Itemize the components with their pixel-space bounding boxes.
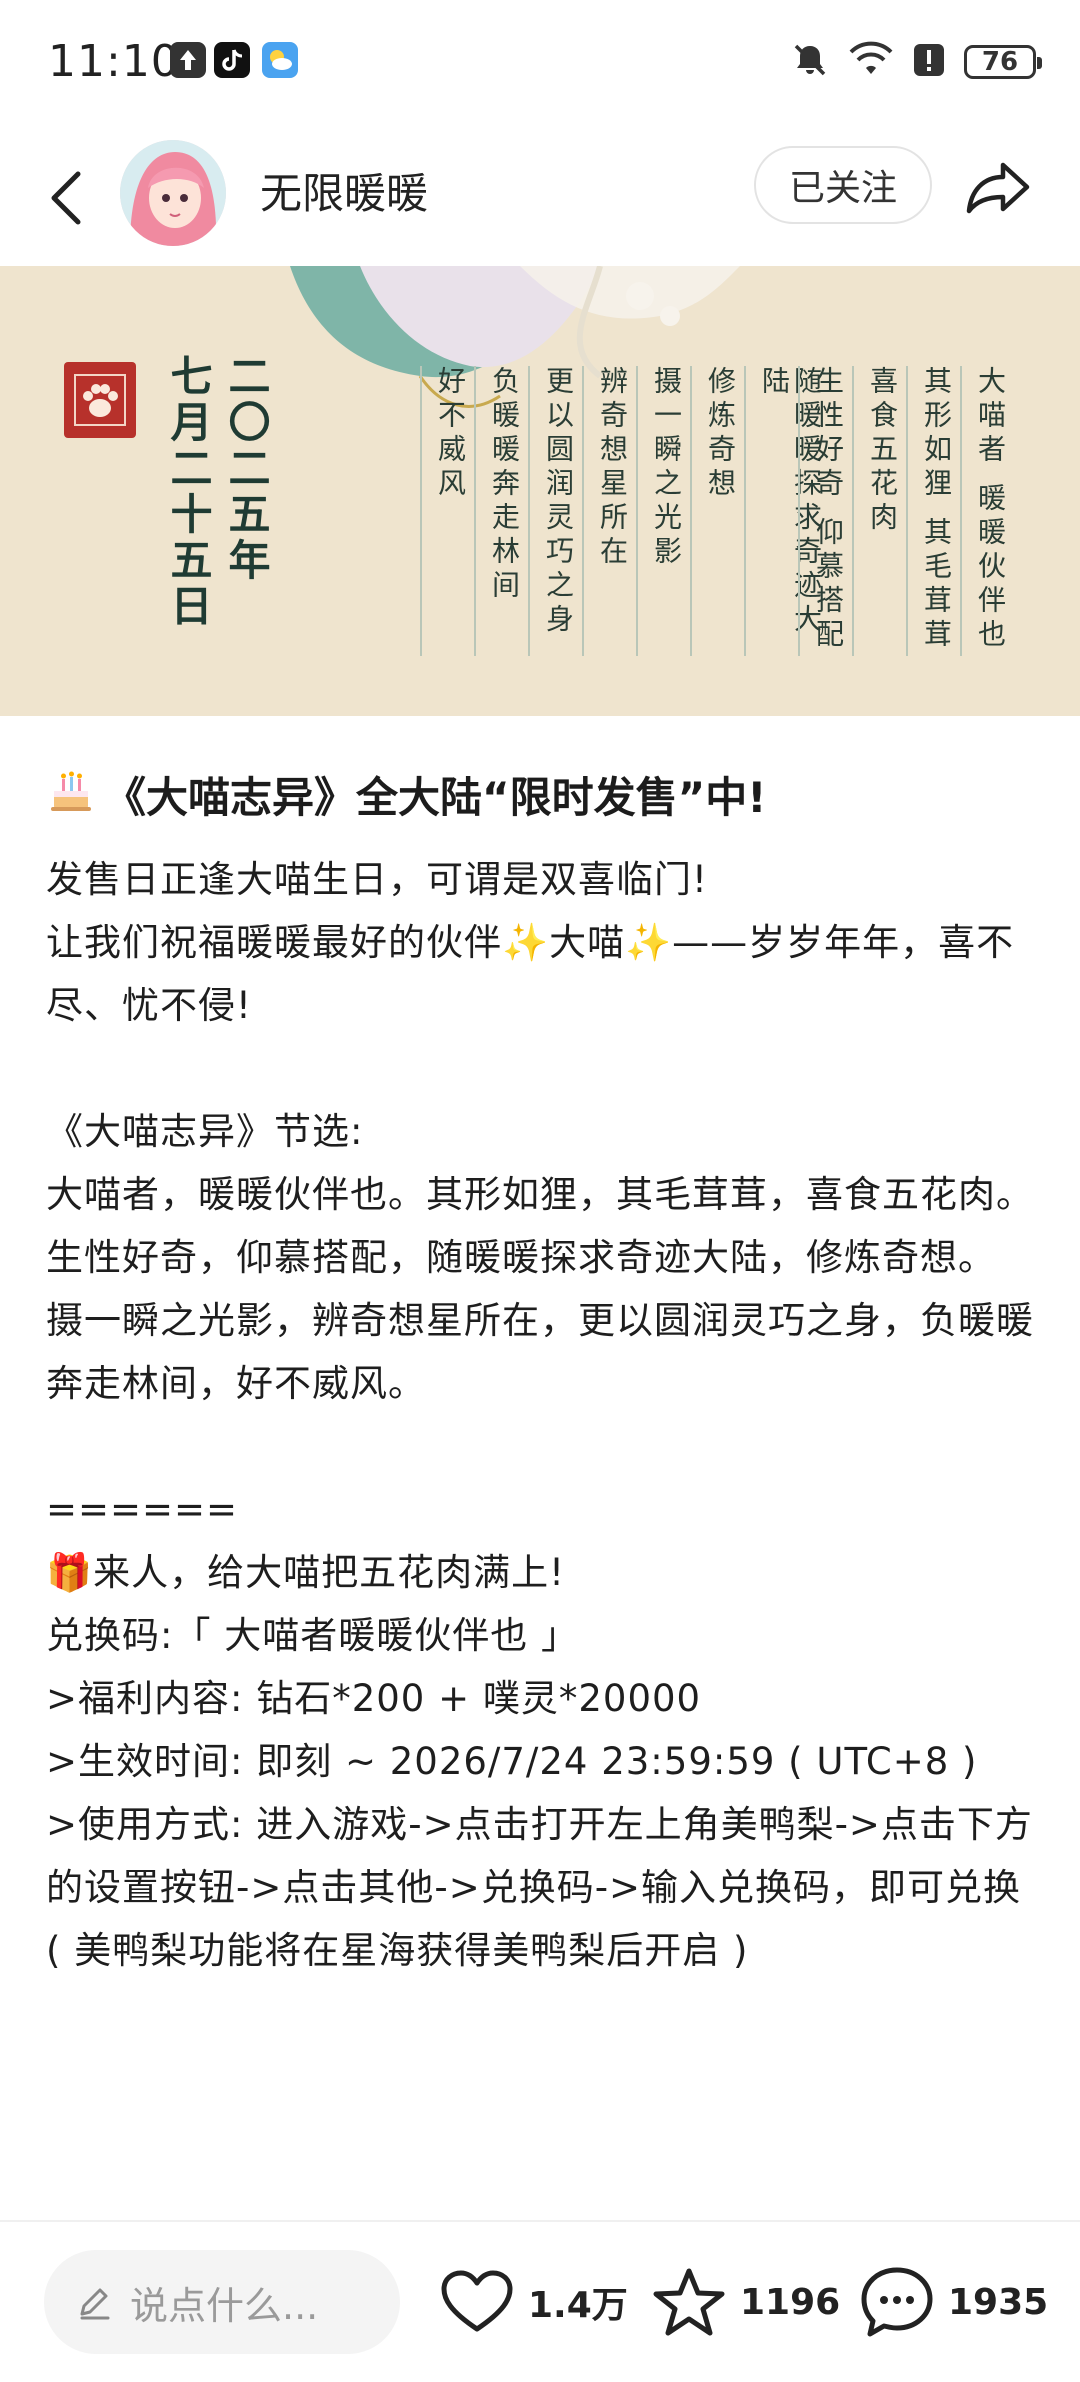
post-header: 无限暖暖 已关注 [0, 130, 1080, 266]
body-paragraph [46, 1037, 1040, 1100]
back-button[interactable] [36, 158, 96, 238]
tiktok-app-icon [214, 42, 250, 78]
follow-button[interactable]: 已关注 [754, 146, 932, 224]
poem-column: 修炼奇想 [690, 366, 737, 656]
poem-column: 摄一瞬之光影 [636, 366, 683, 656]
post-title: 《大喵志异》全大陆“限时发售”中! [104, 773, 767, 822]
poem-column: 好不威风 [420, 366, 467, 656]
heart-icon [441, 2270, 513, 2332]
paw-stamp [64, 362, 136, 438]
post-body: 发售日正逢大喵生日，可谓是双喜临门! 让我们祝福暖暖最好的伙伴✨大喵✨——岁岁年… [46, 848, 1040, 1982]
status-time: 11:10 [48, 36, 180, 87]
body-paragraph: 让我们祝福暖暖最好的伙伴✨大喵✨——岁岁年年，喜不尽、忧不侵! [46, 921, 1015, 1027]
poem-column: 生性好奇 仰慕搭配 [798, 366, 845, 656]
body-paragraph: >福利内容: 钻石*200 + 噗灵*20000 [46, 1677, 702, 1720]
status-icons: 76 [790, 40, 1042, 84]
like-button[interactable]: 1.4万 [440, 2252, 628, 2352]
post-banner-image[interactable]: 七月二十五日 二〇二五年 好不威风 负暖暖奔走林间 更以圆润灵巧之身 辨奇想星所… [0, 266, 1080, 716]
body-paragraph: 兑换码:「 大喵者暖暖伙伴也 」 [46, 1614, 579, 1657]
upload-app-icon [170, 42, 206, 78]
share-button[interactable] [960, 150, 1036, 224]
body-paragraph: 大喵者，暖暖伙伴也。其形如狸，其毛茸茸，喜食五花肉。 [46, 1173, 1034, 1216]
star-icon [653, 2268, 725, 2336]
pencil-icon [80, 2288, 110, 2320]
weather-app-icon [262, 42, 298, 78]
chevron-left-icon [51, 171, 81, 225]
body-paragraph: 🎁来人，给大喵把五花肉满上! [46, 1551, 565, 1594]
comment-input[interactable]: 说点什么... [44, 2250, 400, 2354]
favorite-count: 1196 [740, 2281, 841, 2323]
author-name[interactable]: 无限暖暖 [260, 160, 428, 221]
status-bar: 11:10 76 [0, 0, 1080, 130]
banner-date-line-2: 七月二十五日 [164, 354, 213, 630]
share-icon [966, 162, 1030, 214]
battery-level: 76 [981, 47, 1019, 77]
body-paragraph: 摄一瞬之光影，辨奇想星所在，更以圆润灵巧之身，负暖暖奔走林间，好不威风。 [46, 1299, 1034, 1405]
post-title-row: 《大喵志异》全大陆“限时发售”中! [46, 764, 766, 825]
wifi-icon [848, 40, 894, 84]
bottom-action-bar: 说点什么... 1.4万 1196 1935 [0, 2222, 1080, 2382]
battery-indicator: 76 [964, 45, 1042, 79]
comment-placeholder: 说点什么... [130, 2283, 319, 2328]
poem-column: 辨奇想星所在 [582, 366, 629, 656]
body-paragraph: ====== [46, 1488, 239, 1531]
poem-column: 大喵者 暖暖伙伴也 [960, 366, 1007, 656]
banner-date-line-1: 二〇二五年 [222, 354, 271, 584]
body-paragraph: 生性好奇，仰慕搭配，随暖暖探求奇迹大陆，修炼奇想。 [46, 1236, 996, 1279]
poem-column: 负暖暖奔走林间 [474, 366, 521, 656]
cake-icon [46, 765, 96, 825]
poem-column: 其形如狸 其毛茸茸 [906, 366, 953, 656]
favorite-button[interactable]: 1196 [652, 2252, 840, 2352]
body-paragraph: >使用方式: 进入游戏->点击打开左上角美鸭梨->点击下方的设置按钮->点击其他… [46, 1803, 1034, 1972]
body-paragraph: >生效时间: 即刻 ~ 2026/7/24 23:59:59 ( UTC+8 ) [46, 1740, 978, 1783]
body-paragraph: 《大喵志异》节选: [46, 1110, 364, 1153]
author-avatar[interactable] [120, 140, 226, 246]
comment-button[interactable]: 1935 [860, 2252, 1048, 2352]
paw-icon [74, 374, 126, 426]
chat-bubble-icon [861, 2267, 933, 2337]
poem-column: 喜食五花肉 [852, 366, 899, 656]
body-paragraph [46, 1415, 1040, 1478]
poem-column: 更以圆润灵巧之身 [528, 366, 575, 656]
mute-bell-icon [790, 40, 830, 84]
alert-icon [912, 40, 946, 84]
body-paragraph: 发售日正逢大喵生日，可谓是双喜临门! [46, 858, 708, 901]
like-count: 1.4万 [528, 2285, 628, 2326]
comment-count: 1935 [948, 2281, 1049, 2323]
